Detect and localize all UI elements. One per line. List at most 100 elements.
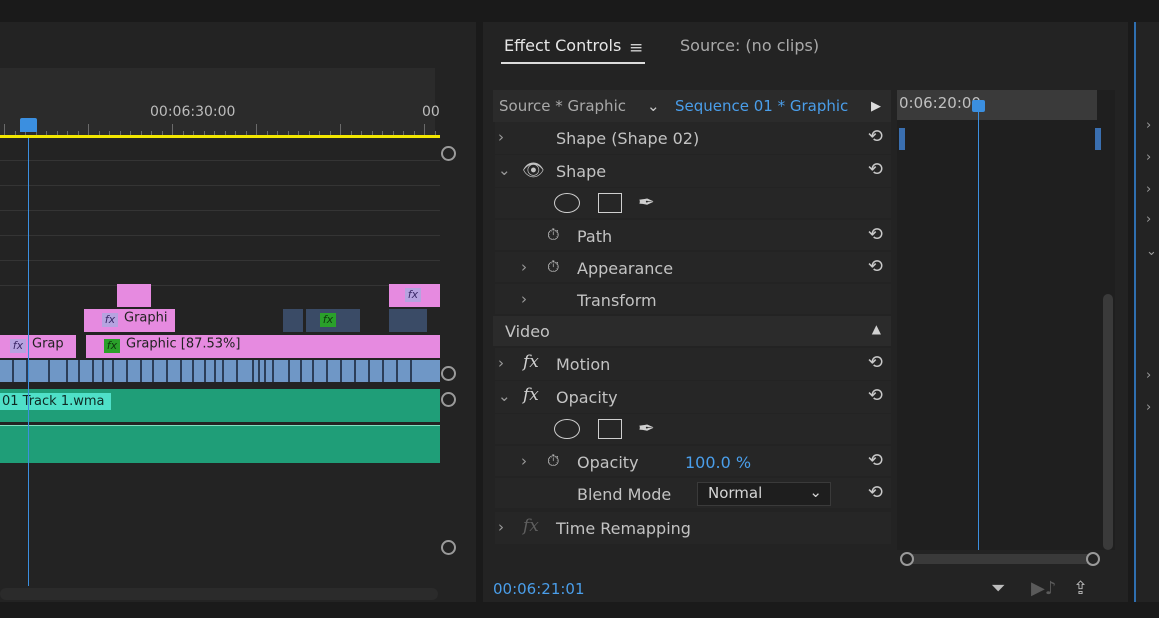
chevron-right-icon[interactable]: › [498,354,504,372]
mini-ruler[interactable]: 0:06:20:00 [897,90,1097,120]
fx-icon[interactable]: fx [523,352,539,372]
chevron-right-icon[interactable]: › [1146,400,1151,415]
sequence-clip-label[interactable]: Sequence 01 * Graphic [675,97,848,115]
track-divider [0,260,440,261]
graphic-clip-selected[interactable]: fx Graphic [87.53%] [86,335,440,358]
blend-mode-select[interactable]: Normal ⌄ [697,482,831,506]
cut-marker [192,360,194,382]
reset-icon[interactable]: ⟲ [868,450,883,471]
reset-icon[interactable]: ⟲ [868,159,883,180]
vertical-scrollbar[interactable] [1103,294,1113,550]
playhead-handle[interactable] [972,100,985,112]
reset-icon[interactable]: ⟲ [868,352,883,373]
cut-marker [140,360,142,382]
effect-row-motion[interactable]: › fx Motion ⟲ [495,348,891,380]
clip-header: Source * Graphic ⌄ Sequence 01 * Graphic… [493,90,891,122]
graphic-clip[interactable]: fx Graphi [84,309,175,332]
eye-icon[interactable]: 👁 [522,160,545,181]
cut-marker [222,360,224,382]
property-row-appearance[interactable]: › ⏱ Appearance ⟲ [495,252,891,282]
reset-icon[interactable]: ⟲ [868,126,883,147]
clip-label: Graphic [87.53%] [126,336,241,352]
chevron-right-icon[interactable]: › [521,290,527,308]
dark-clip[interactable]: fx [306,309,360,332]
rectangle-mask-icon[interactable] [598,193,622,213]
chevron-right-icon[interactable]: › [1146,118,1151,133]
reset-icon[interactable]: ⟲ [868,385,883,406]
chevron-right-icon[interactable]: › [498,518,504,536]
chevron-right-icon[interactable]: › [1146,150,1151,165]
graphic-clip[interactable]: fx [389,284,440,307]
rectangle-mask-icon[interactable] [598,419,622,439]
playhead-handle[interactable] [20,118,37,132]
current-time-display[interactable]: 00:06:21:01 [493,580,585,598]
source-clip-label[interactable]: Source * Graphic [499,97,626,115]
cut-marker [48,360,50,382]
vertical-zoom-handle[interactable] [441,540,456,555]
effect-keyframe-timeline[interactable]: 0:06:20:00 [897,90,1115,550]
work-area-bar[interactable] [0,135,440,138]
property-row-path[interactable]: ⏱ Path ⟲ [495,220,891,250]
cut-marker [252,360,254,382]
effect-label: Time Remapping [556,519,691,538]
ellipse-mask-icon[interactable] [554,193,580,213]
fx-icon[interactable]: fx [523,385,539,405]
play-triangle-icon[interactable]: ▶ [871,99,881,114]
stopwatch-icon[interactable]: ⏱ [547,225,559,245]
cut-marker [258,360,260,382]
effect-row-shape02[interactable]: › Shape (Shape 02) ⟲ [495,122,891,154]
opacity-value[interactable]: 100.0 % [685,453,751,472]
reset-icon[interactable]: ⟲ [868,256,883,277]
audio-clip[interactable] [0,425,440,463]
export-icon[interactable]: ⇪ [1073,578,1088,599]
graphic-clip[interactable] [117,284,151,307]
tab-effect-controls[interactable]: Effect Controls [504,36,621,55]
effect-row-time-remapping[interactable]: › fx Time Remapping [495,512,891,544]
cut-marker [152,360,154,382]
chevron-down-icon[interactable]: ⌄ [1146,244,1157,259]
timeline-horizontal-scrollbar[interactable] [0,588,438,600]
audio-clip[interactable]: 01 Track 1.wma [0,389,440,422]
reset-icon[interactable]: ⟲ [868,482,883,503]
chevron-right-icon[interactable]: › [521,258,527,276]
vertical-zoom-handle[interactable] [441,392,456,407]
property-label: Blend Mode [577,485,672,504]
pen-mask-icon[interactable]: ✒ [638,190,655,214]
property-row-transform[interactable]: › Transform [495,284,891,314]
collapse-triangle-icon[interactable]: ▲ [872,322,881,336]
pen-mask-icon[interactable]: ✒ [638,416,655,440]
chevron-right-icon[interactable]: › [1146,212,1151,227]
filter-icon[interactable]: ⏷ [991,578,1005,599]
timeline-ruler[interactable]: 00:06:30:00 00 [0,68,440,138]
fx-badge: fx [405,288,421,302]
graphic-clip[interactable]: fx Grap [0,335,76,358]
chevron-down-icon[interactable]: ⌄ [647,97,660,115]
vertical-zoom-handle[interactable] [441,366,456,381]
chevron-right-icon[interactable]: › [521,452,527,470]
stopwatch-icon[interactable]: ⏱ [547,257,559,277]
chevron-right-icon[interactable]: › [1146,182,1151,197]
property-row-opacity[interactable]: › ⏱ Opacity 100.0 % ⟲ [495,446,891,476]
ellipse-mask-icon[interactable] [554,419,580,439]
video-section-header: Video ▲ [493,316,891,346]
reset-icon[interactable]: ⟲ [868,224,883,245]
effect-row-shape[interactable]: ⌄ 👁 Shape ⟲ [495,155,891,187]
video-clip-strip[interactable] [0,360,440,382]
clip-out-marker [1095,128,1101,150]
stopwatch-icon[interactable]: ⏱ [547,451,559,471]
tab-source[interactable]: Source: (no clips) [680,36,819,55]
effect-row-opacity[interactable]: ⌄ fx Opacity ⟲ [495,381,891,413]
horizontal-scrollbar[interactable] [903,554,1095,564]
chevron-right-icon[interactable]: › [498,128,504,146]
chevron-right-icon[interactable]: › [1146,368,1151,383]
section-label: Video [505,322,550,341]
chevron-down-icon[interactable]: ⌄ [498,161,511,179]
dark-clip[interactable] [389,309,427,332]
zoom-handle[interactable] [900,552,914,566]
panel-menu-icon[interactable]: ≡ [629,38,643,58]
chevron-down-icon[interactable]: ⌄ [498,387,511,405]
zoom-handle[interactable] [1086,552,1100,566]
dark-clip[interactable] [283,309,303,332]
effect-label: Opacity [556,388,618,407]
vertical-zoom-handle[interactable] [441,146,456,161]
